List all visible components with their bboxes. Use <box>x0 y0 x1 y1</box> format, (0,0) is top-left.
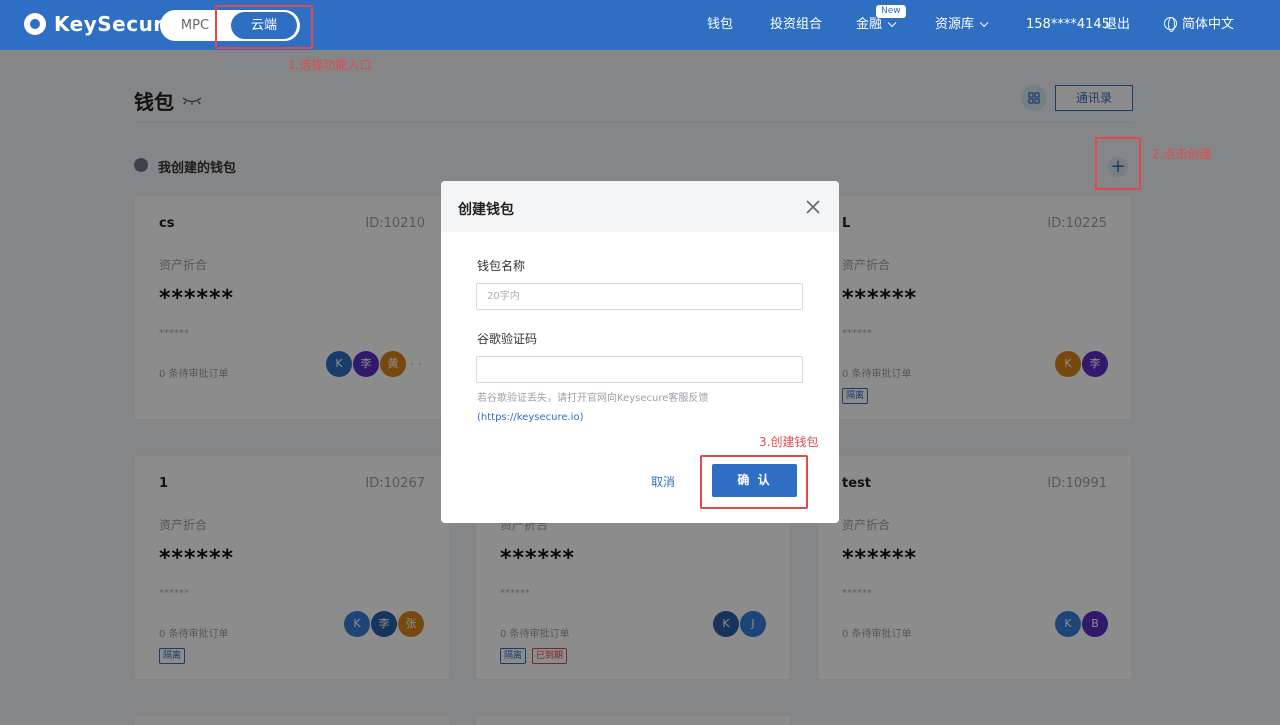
dialog-header: 创建钱包 <box>441 181 839 232</box>
nav-finance[interactable]: 金融 <box>856 17 897 33</box>
hint-text: 若谷歌验证丢失，请打开官网向Keysecure客服反馈 <box>477 393 709 404</box>
cancel-button[interactable]: 取消 <box>651 473 675 490</box>
dialog-title: 创建钱包 <box>458 202 514 218</box>
nav-portfolio[interactable]: 投资组合 <box>770 17 822 33</box>
close-icon[interactable] <box>803 197 823 217</box>
annotation-box-step1 <box>215 5 313 49</box>
logo[interactable]: KeySecure <box>24 12 178 36</box>
chevron-down-icon <box>887 18 897 28</box>
top-nav-bar: KeySecure MPC 云端 钱包 投资组合 金融 New 资源库 158*… <box>0 0 1280 50</box>
annotation-box-step3 <box>700 455 808 509</box>
website-link[interactable]: (https://keysecure.io) <box>477 412 583 423</box>
logout-link[interactable]: 退出 <box>1104 17 1130 33</box>
annotation-step2: 2.点击创建 <box>1152 147 1212 161</box>
language-label: 简体中文 <box>1182 17 1235 32</box>
wallet-name-input[interactable] <box>476 283 803 310</box>
language-switcher[interactable]: 简体中文 <box>1164 17 1234 33</box>
new-badge: New <box>876 5 906 18</box>
annotation-box-step2 <box>1095 137 1141 190</box>
chevron-down-icon <box>979 18 989 28</box>
wallet-name-label: 钱包名称 <box>477 259 526 273</box>
nav-finance-label: 金融 <box>856 17 883 32</box>
google-code-label: 谷歌验证码 <box>477 332 538 346</box>
nav-resources[interactable]: 资源库 <box>935 17 989 33</box>
keysecure-logo-icon <box>24 13 46 35</box>
google-code-input[interactable] <box>476 356 803 383</box>
nav-resources-label: 资源库 <box>935 17 975 32</box>
globe-icon <box>1164 17 1177 32</box>
annotation-step3: 3.创建钱包 <box>759 435 819 449</box>
user-phone: 158****4145 <box>1026 17 1110 32</box>
nav-wallet[interactable]: 钱包 <box>707 17 733 33</box>
annotation-step1: 1.选择功能入口 <box>288 58 372 72</box>
